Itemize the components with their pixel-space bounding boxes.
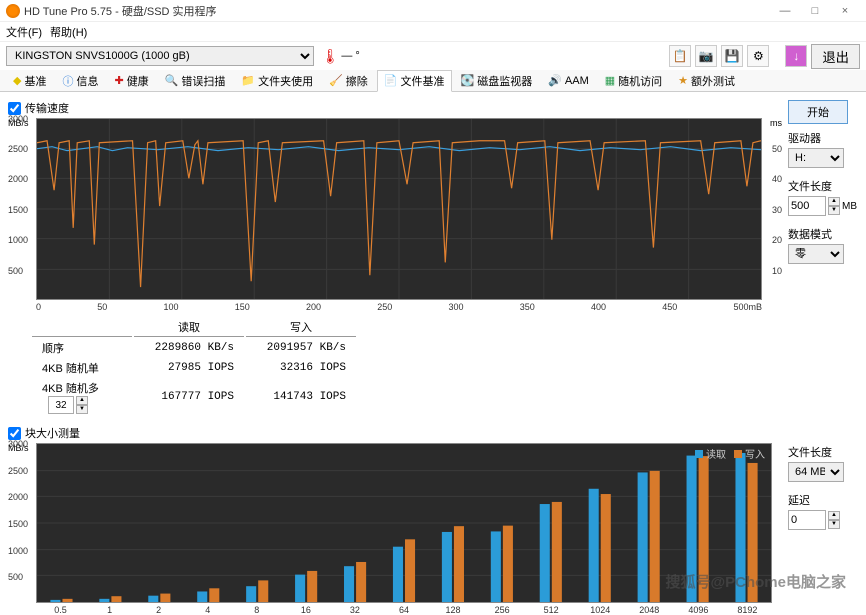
options-icon[interactable]: ⚙	[747, 45, 769, 67]
screenshot-icon[interactable]: 📷	[695, 45, 717, 67]
queue-depth-input[interactable]	[48, 396, 74, 414]
thermometer-icon: 🌡	[322, 48, 340, 65]
spin-down[interactable]: ▼	[76, 405, 88, 414]
tab-info[interactable]: ⓘ信息	[55, 70, 105, 92]
menu-help[interactable]: 帮助(H)	[50, 24, 87, 40]
drive-letter-select[interactable]: H:	[788, 148, 844, 168]
tab-bar: ◆基准 ⓘ信息 ✚健康 🔍错误扫描 📁文件夹使用 🧹擦除 📄文件基准 💽磁盘监视…	[0, 70, 866, 92]
minimize-button[interactable]: —	[770, 1, 800, 21]
drive-select[interactable]: KINGSTON SNVS1000G (1000 gB)	[6, 46, 314, 66]
toolbar: KINGSTON SNVS1000G (1000 gB) 🌡 — ° 📋 📷 💾…	[0, 42, 866, 70]
app-icon	[6, 4, 20, 18]
delay-input[interactable]	[788, 510, 826, 530]
tab-random-access[interactable]: ▦随机访问	[598, 70, 669, 92]
start-button[interactable]: 开始	[788, 100, 848, 124]
block-size-checkbox[interactable]	[8, 427, 21, 440]
content-area: 传输速度 MB/s ms	[0, 92, 866, 612]
title-bar[interactable]: HD Tune Pro 5.75 - 硬盘/SSD 实用程序 — □ ×	[0, 0, 866, 22]
transfer-speed-checkbox[interactable]	[8, 102, 21, 115]
tab-error-scan[interactable]: 🔍错误扫描	[158, 70, 233, 92]
side-panel: 开始 驱动器 H: 文件长度 ▲▼ MB 数据模式 零 文件长度 64 MB 延…	[788, 100, 858, 612]
close-button[interactable]: ×	[830, 1, 860, 21]
tab-disk-monitor[interactable]: 💽磁盘监视器	[454, 70, 540, 92]
tab-file-benchmark[interactable]: 📄文件基准	[377, 70, 452, 92]
refresh-icon[interactable]: ↓	[785, 45, 807, 67]
temperature-indicator: 🌡 — °	[322, 48, 360, 65]
tab-aam[interactable]: 🔊AAM	[541, 71, 596, 90]
menu-bar: 文件(F) 帮助(H)	[0, 22, 866, 42]
block-size-label: 块大小测量	[25, 425, 80, 441]
right-axis-label: ms	[770, 118, 782, 128]
window-title: HD Tune Pro 5.75 - 硬盘/SSD 实用程序	[24, 3, 770, 19]
menu-file[interactable]: 文件(F)	[6, 24, 42, 40]
tab-folder-usage[interactable]: 📁文件夹使用	[234, 70, 320, 92]
tab-erase[interactable]: 🧹擦除	[322, 70, 375, 92]
tab-benchmark[interactable]: ◆基准	[6, 70, 53, 92]
save-icon[interactable]: 💾	[721, 45, 743, 67]
exit-button[interactable]: 退出	[811, 44, 860, 69]
results-table: 读取 写入 顺序2289860 KB/s2091957 KB/s 4KB 随机单…	[30, 316, 358, 417]
transfer-speed-label: 传输速度	[25, 100, 69, 116]
block-size-chart: 读取 写入	[36, 443, 772, 603]
spin-up[interactable]: ▲	[76, 396, 88, 405]
tab-extra-tests[interactable]: ★额外测试	[671, 70, 742, 92]
transfer-speed-chart	[36, 118, 762, 300]
data-mode-select[interactable]: 零	[788, 244, 844, 264]
file-length-input[interactable]	[788, 196, 826, 216]
copy-icon[interactable]: 📋	[669, 45, 691, 67]
maximize-button[interactable]: □	[800, 1, 830, 21]
file-length-2-select[interactable]: 64 MB	[788, 462, 844, 482]
tab-health[interactable]: ✚健康	[107, 70, 155, 92]
